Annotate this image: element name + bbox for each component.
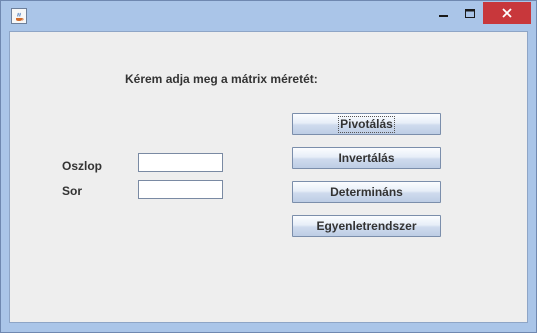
java-cup-icon[interactable] (11, 8, 27, 24)
app-window: Kérem adja meg a mátrix méretét: Oszlop … (0, 0, 537, 333)
invert-button[interactable]: Invertálás (292, 147, 441, 169)
minimize-icon (439, 15, 448, 17)
pivot-button-label: Pivotálás (338, 116, 395, 133)
pivot-button[interactable]: Pivotálás (292, 113, 441, 135)
close-icon (502, 8, 512, 18)
oszlop-input[interactable] (138, 153, 223, 172)
determinant-button[interactable]: Determináns (292, 181, 441, 203)
sor-label: Sor (62, 184, 83, 198)
maximize-button[interactable] (457, 2, 483, 24)
sor-input[interactable] (138, 180, 223, 199)
close-button[interactable] (483, 2, 531, 24)
oszlop-label: Oszlop (62, 159, 103, 173)
minimize-button[interactable] (431, 2, 457, 24)
maximize-icon (465, 9, 475, 18)
title-bar[interactable] (1, 1, 536, 30)
client-area: Kérem adja meg a mátrix méretét: Oszlop … (9, 31, 528, 323)
equation-system-button[interactable]: Egyenletrendszer (292, 215, 441, 237)
matrix-size-prompt: Kérem adja meg a mátrix méretét: (125, 72, 318, 86)
